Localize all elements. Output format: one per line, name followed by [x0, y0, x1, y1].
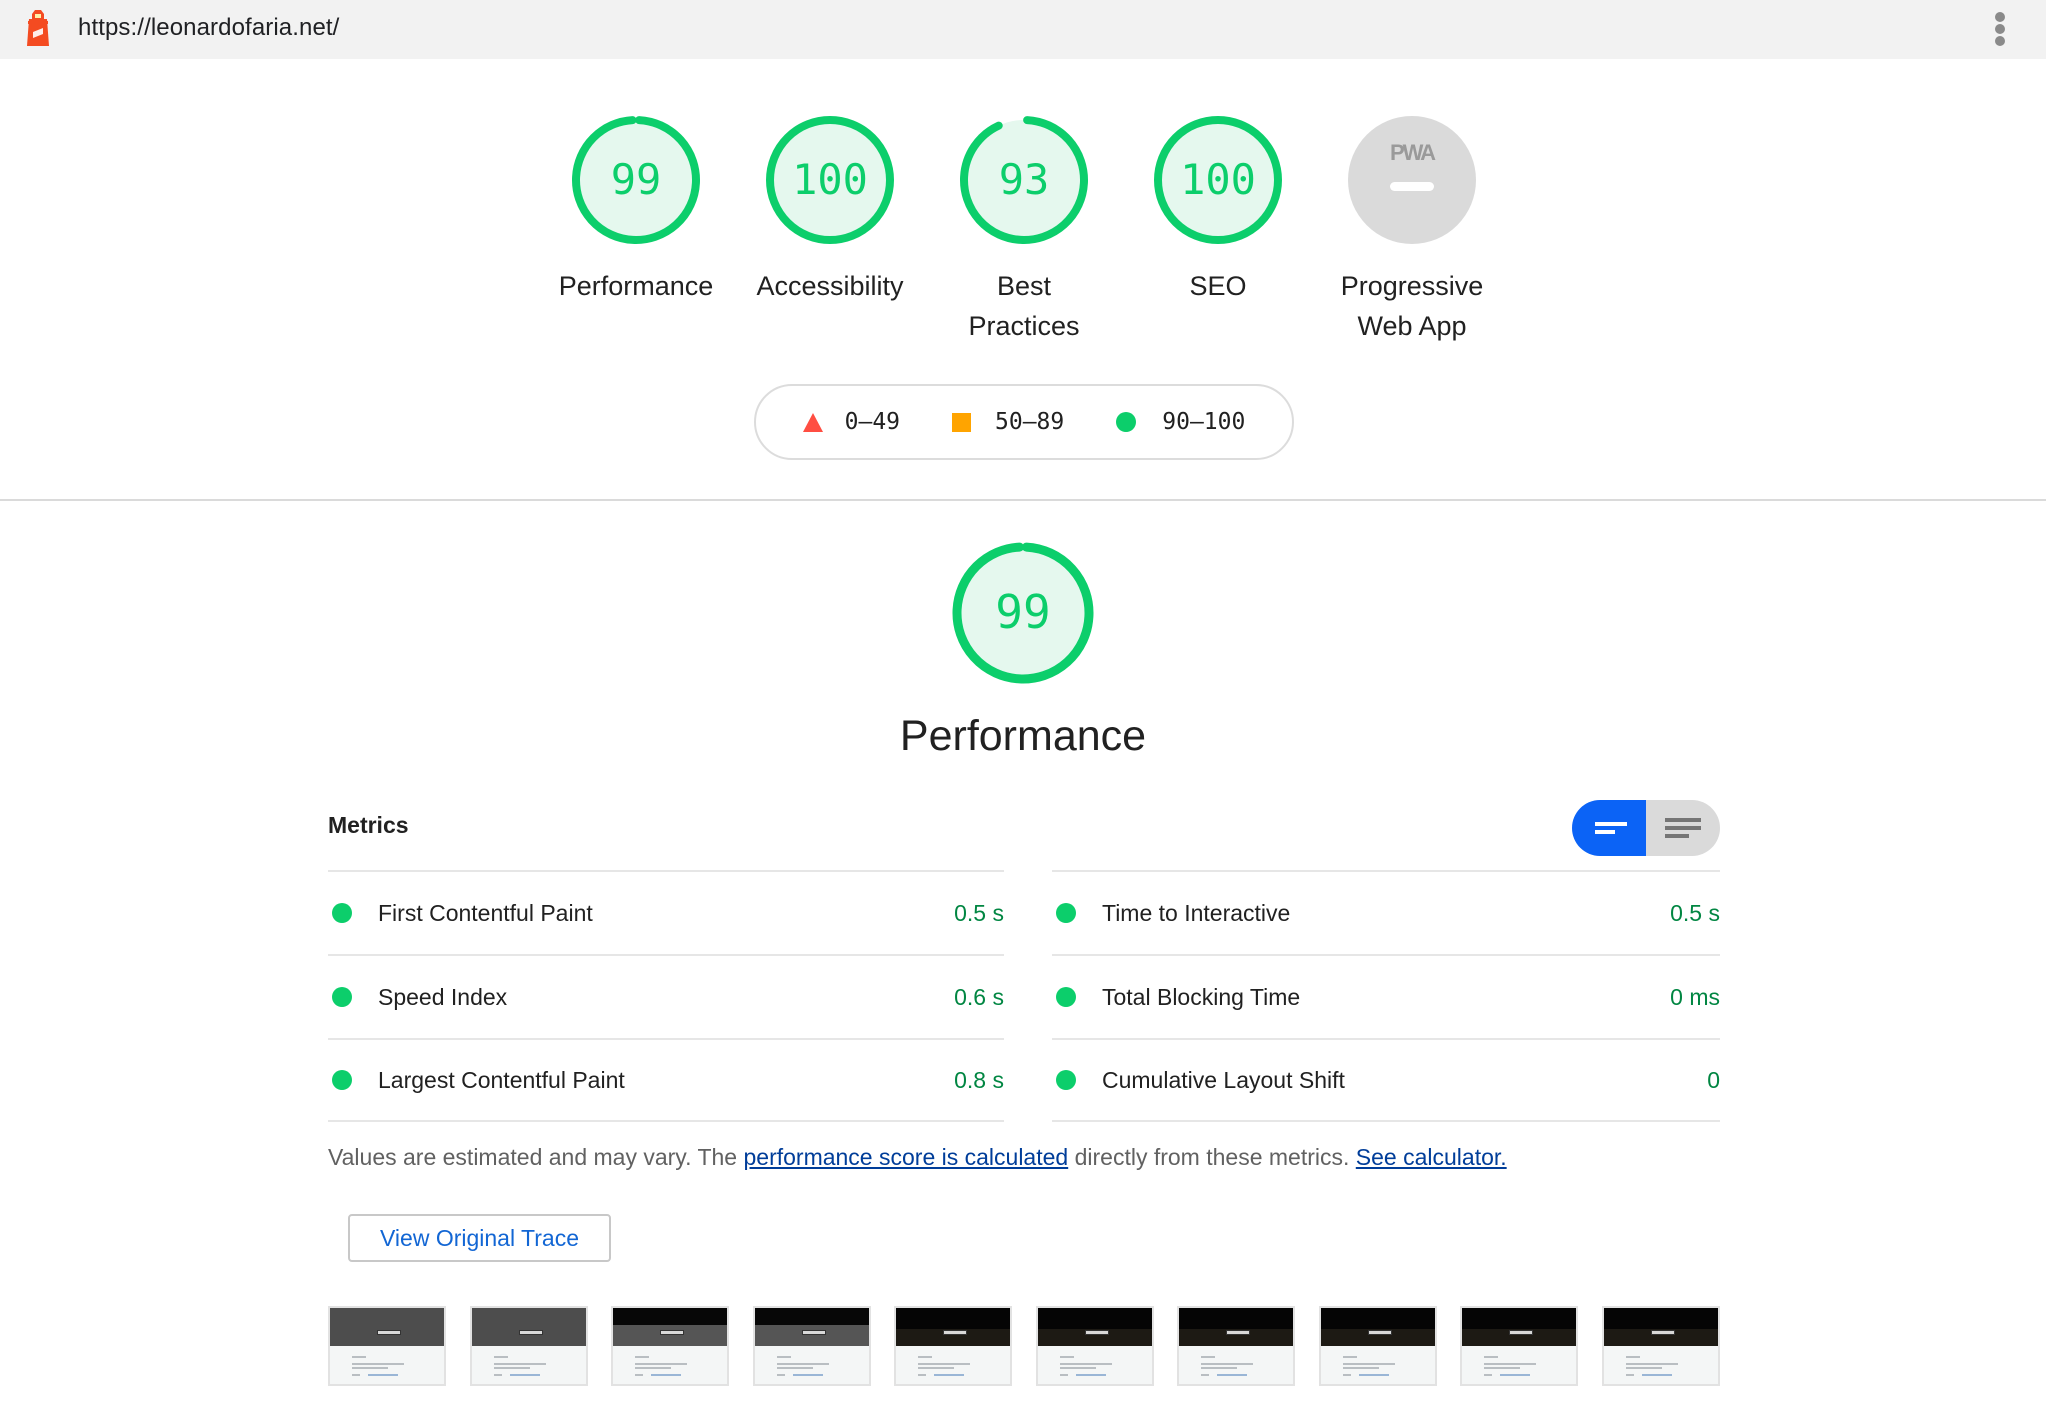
score-legend: 0–49 50–89 90–100: [754, 384, 1294, 460]
filmstrip-frame: [1318, 1306, 1437, 1386]
filmstrip-frame: [1177, 1306, 1296, 1386]
metric-name: Total Blocking Time: [1102, 983, 1301, 1010]
page-url: https://leonardofaria.net/: [78, 14, 340, 41]
dash-icon: [1390, 182, 1434, 191]
metric-name: Speed Index: [378, 983, 508, 1010]
metrics-column-right: Time to Interactive 0.5 s Total Blocking …: [1052, 870, 1720, 1122]
score-ring: 100: [766, 116, 894, 244]
square-average-icon: [952, 412, 972, 432]
metric-value: 0 ms: [1670, 983, 1720, 1010]
gauge-label: Best Practices: [968, 271, 1080, 341]
score-value: 100: [1180, 155, 1256, 204]
filmstrip-frame: [328, 1306, 446, 1386]
gauge-label: Accessibility: [756, 271, 904, 301]
filmstrip: [328, 1306, 1720, 1386]
score-ring: 100: [1154, 116, 1282, 244]
metric-name: Time to Interactive: [1102, 899, 1291, 926]
metrics-heading: Metrics: [328, 812, 409, 838]
more-vert-icon[interactable]: [1990, 12, 2010, 46]
metric-value: 0.6 s: [954, 983, 1004, 1010]
performance-gauge: 99: [951, 541, 1095, 690]
section-title: Performance: [899, 712, 1147, 760]
score-ring: 93: [960, 115, 1088, 244]
pass-dot-icon: [1056, 1070, 1076, 1090]
score-calculated-link[interactable]: performance score is calculated: [743, 1144, 1068, 1170]
summary-view-button[interactable]: [1572, 800, 1646, 856]
pwa-badge-icon: PWA: [1348, 116, 1476, 244]
section-divider: [0, 499, 2046, 501]
lighthouse-icon: [27, 10, 49, 46]
metric-value: 0.8 s: [954, 1066, 1004, 1093]
metric-value: 0.5 s: [954, 899, 1004, 926]
legend-pass: 90–100: [1162, 409, 1246, 435]
filmstrip-frame: [752, 1306, 871, 1386]
score-value: 93: [999, 155, 1050, 204]
filmstrip-frame: [469, 1306, 588, 1386]
pass-dot-icon: [332, 903, 352, 923]
filmstrip-frame: [1460, 1306, 1579, 1386]
filmstrip-frame: [1035, 1306, 1154, 1386]
gauge-accessibility[interactable]: 100 Accessibility: [735, 114, 925, 306]
pass-dot-icon: [1056, 987, 1076, 1007]
short-lines-icon: [1595, 822, 1627, 826]
metric-name: First Contentful Paint: [378, 899, 593, 926]
metric-row: Total Blocking Time 0 ms: [1052, 954, 1720, 1038]
metrics-view-toggle[interactable]: [1572, 800, 1720, 856]
metric-name: Cumulative Layout Shift: [1102, 1066, 1345, 1093]
legend-fail: 0–49: [844, 409, 901, 435]
triangle-fail-icon: [802, 412, 823, 432]
filmstrip-frame: [611, 1306, 730, 1386]
gauge-performance[interactable]: 99 Performance: [541, 114, 731, 306]
metrics-disclaimer: Values are estimated and may vary. The p…: [328, 1144, 1507, 1170]
score-ring: 99: [952, 542, 1094, 684]
pass-dot-icon: [332, 987, 352, 1007]
metric-row: Cumulative Layout Shift 0: [1052, 1038, 1720, 1122]
filmstrip-frame: [1602, 1306, 1720, 1386]
report-topbar: https://leonardofaria.net/: [0, 0, 2046, 59]
metric-value: 0: [1707, 1066, 1720, 1093]
score-value: 100: [792, 155, 868, 204]
circle-pass-icon: [1116, 412, 1137, 432]
metric-row: Largest Contentful Paint 0.8 s: [328, 1038, 1004, 1122]
view-original-trace-button[interactable]: View Original Trace: [348, 1214, 611, 1262]
pwa-badge-text: PWA: [1390, 140, 1436, 165]
metric-row: Time to Interactive 0.5 s: [1052, 870, 1720, 954]
pass-dot-icon: [1056, 903, 1076, 923]
metric-name: Largest Contentful Paint: [378, 1066, 625, 1093]
gauge-label: Progressive Web App: [1340, 271, 1484, 341]
score-value: 99: [995, 585, 1050, 639]
metric-row: First Contentful Paint 0.5 s: [328, 870, 1004, 954]
gauge-label: SEO: [1189, 271, 1247, 301]
metrics-column-left: First Contentful Paint 0.5 s Speed Index 0…: [328, 870, 1004, 1122]
gauge-label: Performance: [558, 271, 714, 301]
filmstrip-frame: [894, 1306, 1013, 1386]
legend-average: 50–89: [995, 409, 1065, 435]
gauge-seo[interactable]: 100 SEO: [1123, 114, 1313, 306]
expanded-view-button[interactable]: [1646, 800, 1720, 856]
metric-value: 0.5 s: [1670, 899, 1720, 926]
pass-dot-icon: [332, 1070, 352, 1090]
score-value: 99: [611, 155, 662, 204]
see-calculator-link[interactable]: See calculator.: [1356, 1144, 1507, 1170]
metric-row: Speed Index 0.6 s: [328, 954, 1004, 1038]
gauge-pwa[interactable]: PWA Progressive Web App: [1317, 114, 1507, 346]
score-ring: 99: [572, 115, 700, 244]
text-lines-icon: [1665, 818, 1701, 822]
gauge-best-practices[interactable]: 93 Best Practices: [929, 114, 1119, 346]
